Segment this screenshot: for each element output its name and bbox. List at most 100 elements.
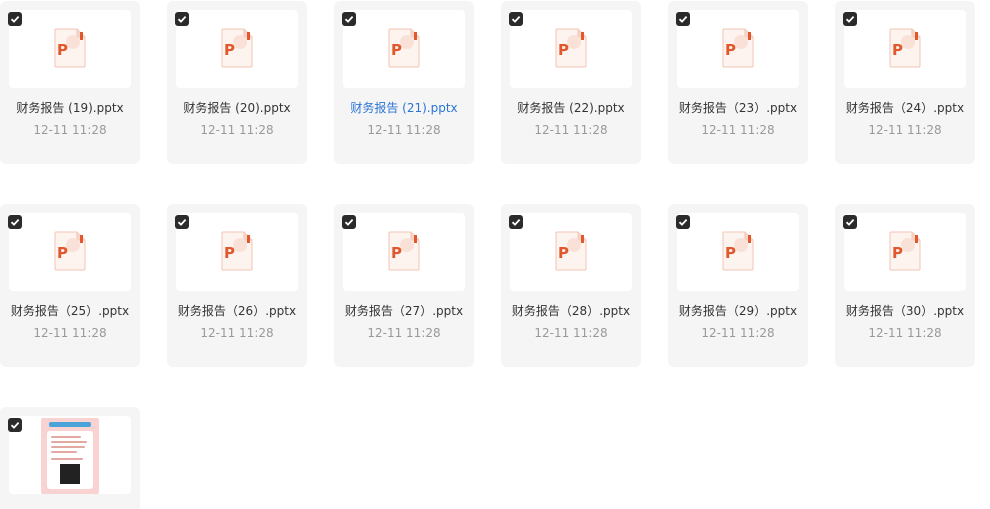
file-card[interactable]: P 财务报告（23）.pptx 12-11 11:28 <box>668 1 808 164</box>
powerpoint-file-icon: P <box>388 28 420 68</box>
file-checkbox[interactable] <box>843 215 857 229</box>
file-thumbnail: P <box>176 10 298 88</box>
file-grid: P 财务报告 (19).pptx 12-11 11:28 P 财务报告 (20)… <box>0 0 990 509</box>
svg-text:P: P <box>892 244 903 262</box>
svg-text:P: P <box>57 41 68 59</box>
file-card[interactable]: P 财务报告（28）.pptx 12-11 11:28 <box>501 204 641 367</box>
file-card[interactable]: P 财务报告 (21).pptx 12-11 11:28 <box>334 1 474 164</box>
checkmark-icon <box>177 218 187 226</box>
file-name[interactable]: 财务报告（26）.pptx <box>167 302 307 319</box>
checkmark-icon <box>10 421 20 429</box>
svg-text:P: P <box>725 244 736 262</box>
file-name[interactable]: 财务报告（23）.pptx <box>668 99 808 116</box>
file-checkbox[interactable] <box>676 215 690 229</box>
file-date: 12-11 11:28 <box>367 123 441 137</box>
checkmark-icon <box>511 15 521 23</box>
file-checkbox[interactable] <box>175 12 189 26</box>
poster-image <box>41 418 99 494</box>
checkmark-icon <box>344 218 354 226</box>
svg-text:P: P <box>57 244 68 262</box>
svg-text:P: P <box>558 244 569 262</box>
svg-text:P: P <box>725 41 736 59</box>
qr-code-icon <box>60 464 80 484</box>
powerpoint-file-icon: P <box>722 28 754 68</box>
file-card[interactable]: P 财务报告 (22).pptx 12-11 11:28 <box>501 1 641 164</box>
file-checkbox[interactable] <box>8 12 22 26</box>
checkmark-icon <box>511 218 521 226</box>
file-card[interactable]: P 财务报告（24）.pptx 12-11 11:28 <box>835 1 975 164</box>
file-date: 12-11 11:28 <box>200 326 274 340</box>
file-date: 12-11 11:28 <box>534 123 608 137</box>
file-checkbox[interactable] <box>509 12 523 26</box>
file-name[interactable]: 财务报告（27）.pptx <box>334 302 474 319</box>
checkmark-icon <box>10 15 20 23</box>
file-card[interactable]: P 财务报告（26）.pptx 12-11 11:28 <box>167 204 307 367</box>
file-card[interactable] <box>0 407 140 509</box>
powerpoint-file-icon: P <box>722 231 754 271</box>
file-thumbnail: P <box>844 213 966 291</box>
file-name[interactable]: 财务报告 (21).pptx <box>334 99 474 116</box>
file-checkbox[interactable] <box>8 215 22 229</box>
checkmark-icon <box>678 15 688 23</box>
file-card[interactable]: P 财务报告（27）.pptx 12-11 11:28 <box>334 204 474 367</box>
powerpoint-file-icon: P <box>889 231 921 271</box>
file-card[interactable]: P 财务报告（25）.pptx 12-11 11:28 <box>0 204 140 367</box>
poster-line <box>51 436 81 438</box>
file-name[interactable]: 财务报告 (22).pptx <box>501 99 641 116</box>
file-name[interactable]: 财务报告（28）.pptx <box>501 302 641 319</box>
svg-text:P: P <box>391 41 402 59</box>
file-checkbox[interactable] <box>8 418 22 432</box>
file-checkbox[interactable] <box>843 12 857 26</box>
svg-text:P: P <box>224 41 235 59</box>
file-card[interactable]: P 财务报告 (19).pptx 12-11 11:28 <box>0 1 140 164</box>
file-checkbox[interactable] <box>342 12 356 26</box>
svg-text:P: P <box>558 41 569 59</box>
checkmark-icon <box>845 218 855 226</box>
file-name[interactable]: 财务报告（29）.pptx <box>668 302 808 319</box>
file-date: 12-11 11:28 <box>33 123 107 137</box>
file-date: 12-11 11:28 <box>868 123 942 137</box>
poster-line <box>51 446 85 448</box>
file-card[interactable]: P 财务报告（29）.pptx 12-11 11:28 <box>668 204 808 367</box>
checkmark-icon <box>678 218 688 226</box>
powerpoint-file-icon: P <box>54 28 86 68</box>
file-checkbox[interactable] <box>676 12 690 26</box>
powerpoint-file-icon: P <box>54 231 86 271</box>
file-date: 12-11 11:28 <box>868 326 942 340</box>
file-thumbnail: P <box>176 213 298 291</box>
file-thumbnail: P <box>9 10 131 88</box>
file-thumbnail: P <box>510 10 632 88</box>
file-date: 12-11 11:28 <box>701 326 775 340</box>
image-thumbnail <box>9 416 131 494</box>
poster-line <box>51 441 87 443</box>
file-name[interactable]: 财务报告 (19).pptx <box>0 99 140 116</box>
file-thumbnail: P <box>510 213 632 291</box>
svg-text:P: P <box>224 244 235 262</box>
file-checkbox[interactable] <box>175 215 189 229</box>
file-thumbnail: P <box>844 10 966 88</box>
file-checkbox[interactable] <box>342 215 356 229</box>
file-date: 12-11 11:28 <box>367 326 441 340</box>
file-thumbnail: P <box>677 213 799 291</box>
file-card[interactable]: P 财务报告 (20).pptx 12-11 11:28 <box>167 1 307 164</box>
checkmark-icon <box>344 15 354 23</box>
powerpoint-file-icon: P <box>388 231 420 271</box>
powerpoint-file-icon: P <box>221 28 253 68</box>
svg-text:P: P <box>892 41 903 59</box>
file-name[interactable]: 财务报告 (20).pptx <box>167 99 307 116</box>
file-checkbox[interactable] <box>509 215 523 229</box>
file-name[interactable]: 财务报告（25）.pptx <box>0 302 140 319</box>
powerpoint-file-icon: P <box>555 231 587 271</box>
powerpoint-file-icon: P <box>889 28 921 68</box>
file-date: 12-11 11:28 <box>701 123 775 137</box>
powerpoint-file-icon: P <box>555 28 587 68</box>
file-name[interactable]: 财务报告（30）.pptx <box>835 302 975 319</box>
file-thumbnail: P <box>343 10 465 88</box>
file-name[interactable]: 财务报告（24）.pptx <box>835 99 975 116</box>
file-card[interactable]: P 财务报告（30）.pptx 12-11 11:28 <box>835 204 975 367</box>
powerpoint-file-icon: P <box>221 231 253 271</box>
file-thumbnail: P <box>343 213 465 291</box>
file-date: 12-11 11:28 <box>33 326 107 340</box>
checkmark-icon <box>10 218 20 226</box>
file-thumbnail: P <box>677 10 799 88</box>
